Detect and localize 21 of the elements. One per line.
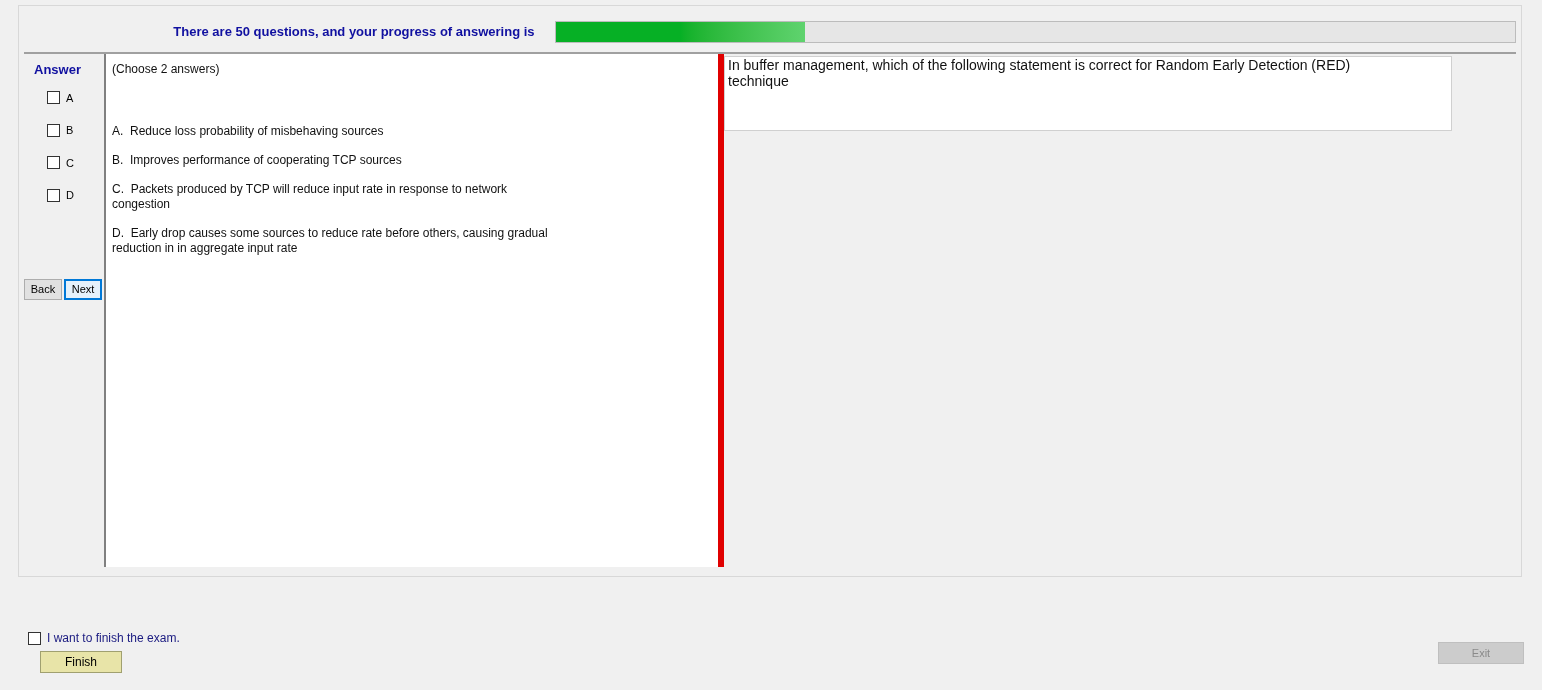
checkbox[interactable] — [47, 123, 60, 137]
checkbox[interactable] — [47, 91, 60, 105]
answer-checkbox[interactable]: D — [47, 187, 104, 204]
back-button[interactable]: Back — [24, 278, 62, 300]
finish-button[interactable]: Finish — [40, 651, 122, 673]
option-text: D. Early drop causes some sources to reduce rate before others, causing gradual reduction in in aggregate input rate — [112, 226, 549, 256]
question-box: In buffer management, which of the following statement is correct for Random Early Detection (RED) technique — [724, 56, 1452, 131]
progress-label: There are 50 questions, and your progress of answering is — [172, 23, 535, 42]
answer-checkbox[interactable]: B — [47, 122, 104, 139]
answer-checkbox[interactable]: C — [47, 154, 104, 171]
checkbox[interactable] — [47, 188, 60, 202]
option-text: B. Improves performance of cooperating TCP sources — [112, 153, 403, 168]
option-text: C. Packets produced by TCP will reduce input rate in response to network congestion — [112, 182, 509, 212]
checkbox[interactable] — [47, 156, 60, 170]
option-text: A. Reduce loss probability of misbehaving sources — [112, 124, 385, 139]
answer-checkbox[interactable]: A — [47, 89, 104, 106]
finish-checkbox[interactable]: I want to finish the exam. — [28, 629, 180, 647]
checkbox[interactable] — [28, 631, 41, 645]
answer-title: Answer — [33, 61, 82, 79]
instruction-text: (Choose 2 answers) — [112, 61, 221, 78]
next-button[interactable]: Next — [64, 278, 102, 300]
